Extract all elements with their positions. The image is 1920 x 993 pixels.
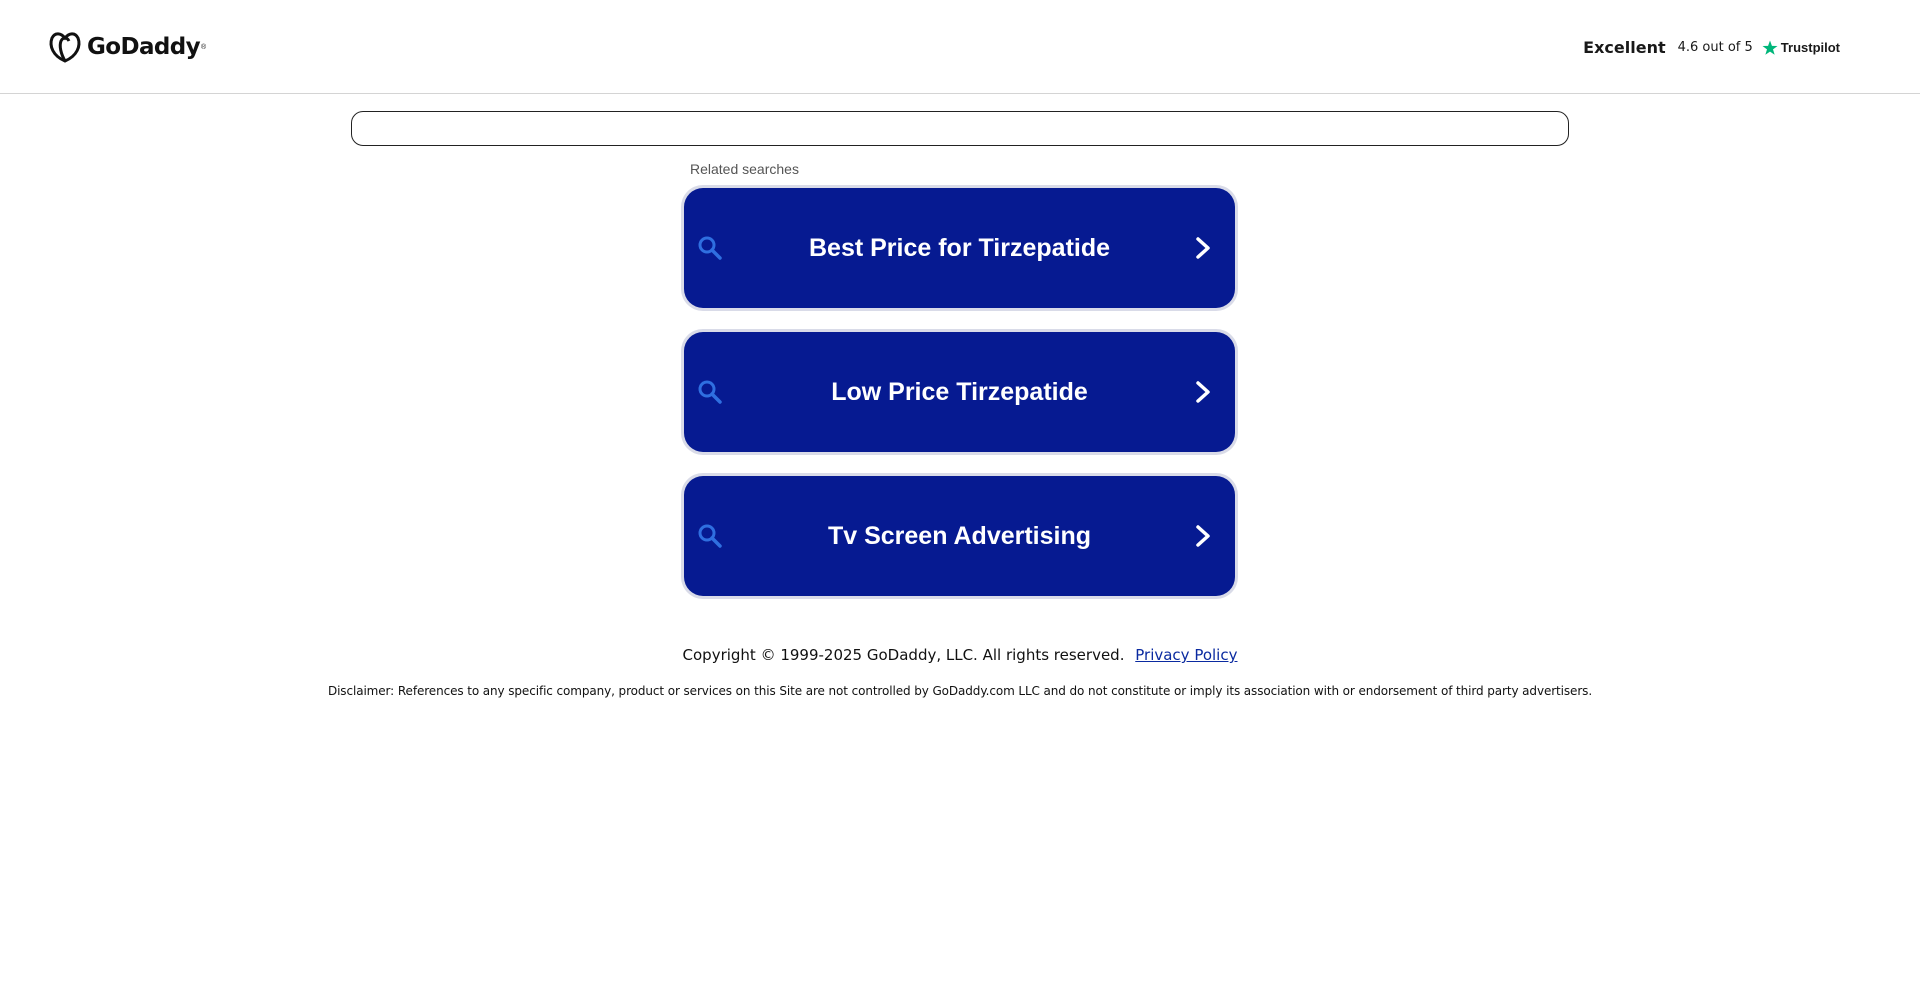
godaddy-logo-icon [49, 32, 81, 63]
logo-trademark: ® [201, 43, 207, 51]
search-icon [698, 236, 722, 260]
related-search-button-inner: Low Price Tirzepatide [684, 332, 1235, 452]
search-icon [698, 380, 722, 404]
copyright-text: Copyright © 1999-2025 GoDaddy, LLC. All … [682, 646, 1125, 664]
related-search-label: Low Price Tirzepatide [831, 377, 1088, 406]
trust-rating-label: Excellent [1583, 38, 1666, 57]
trust-score: 4.6 out of 5 [1677, 40, 1753, 55]
related-search-button[interactable]: Tv Screen Advertising [681, 473, 1238, 599]
related-search-label: Tv Screen Advertising [827, 521, 1092, 550]
search-icon [698, 524, 722, 548]
chevron-right-icon [1196, 381, 1210, 403]
related-searches-label: Related searches [690, 161, 799, 177]
trustpilot-logo: Trustpilot [1761, 39, 1840, 57]
trustpilot-rating[interactable]: Excellent 4.6 out of 5 Trustpilot [1583, 38, 1840, 57]
disclaimer: Disclaimer: References to any specific c… [327, 684, 1593, 698]
chevron-right-icon [1196, 525, 1210, 547]
related-search-button[interactable]: Best Price for Tirzepatide [681, 185, 1238, 311]
copyright: Copyright © 1999-2025 GoDaddy, LLC. All … [0, 646, 1920, 664]
related-search-button-inner: Tv Screen Advertising [684, 476, 1235, 596]
related-search-label: Best Price for Tirzepatide [808, 233, 1111, 262]
chevron-right-icon [1196, 237, 1210, 259]
privacy-policy-link[interactable]: Privacy Policy [1135, 646, 1237, 664]
related-searches-list: Best Price for Tirzepatide Low Price Tir… [681, 185, 1238, 617]
search-input[interactable] [351, 111, 1569, 146]
related-search-button-inner: Best Price for Tirzepatide [684, 188, 1235, 308]
related-search-button[interactable]: Low Price Tirzepatide [681, 329, 1238, 455]
trustpilot-star-icon [1762, 40, 1778, 55]
header: GoDaddy ® Excellent 4.6 out of 5 Trustpil… [0, 0, 1920, 94]
logo-wordmark: GoDaddy [87, 34, 201, 60]
godaddy-logo[interactable]: GoDaddy ® [47, 30, 206, 64]
trustpilot-brand: Trustpilot [1780, 40, 1840, 55]
